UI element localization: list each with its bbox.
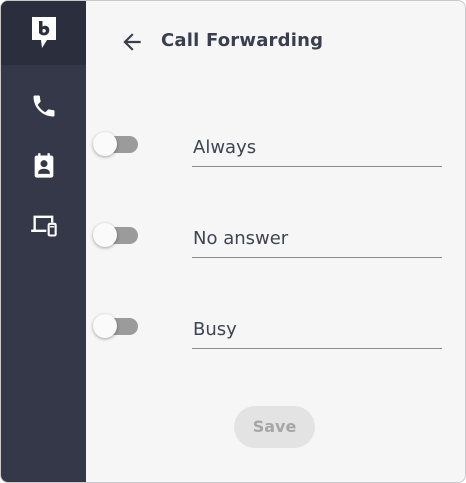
devices-icon[interactable] [30, 211, 58, 239]
app-window: Call Forwarding Always No answer Busy Sa… [0, 0, 466, 483]
arrow-left-icon[interactable] [119, 29, 145, 55]
sidebar [1, 1, 86, 482]
call-forwarding-panel: Call Forwarding Always No answer Busy Sa… [86, 1, 465, 482]
brand-logo-icon [32, 17, 56, 48]
field-label: Busy [193, 319, 237, 340]
logo-area [1, 1, 86, 65]
always-forward-field[interactable]: Always [192, 132, 442, 167]
toggle-knob [93, 223, 117, 247]
toggle-busy[interactable] [93, 314, 141, 340]
toggle-no-answer[interactable] [93, 223, 141, 249]
contacts-icon[interactable] [30, 152, 58, 180]
toggle-knob [93, 132, 117, 156]
field-label: No answer [193, 228, 289, 249]
phone-icon[interactable] [30, 92, 58, 120]
toggle-knob [93, 314, 117, 338]
toggle-always[interactable] [93, 132, 141, 158]
no-answer-forward-field[interactable]: No answer [192, 223, 442, 258]
busy-forward-field[interactable]: Busy [192, 314, 442, 349]
page-title: Call Forwarding [161, 30, 324, 51]
save-button[interactable]: Save [234, 406, 315, 448]
field-label: Always [193, 137, 257, 158]
